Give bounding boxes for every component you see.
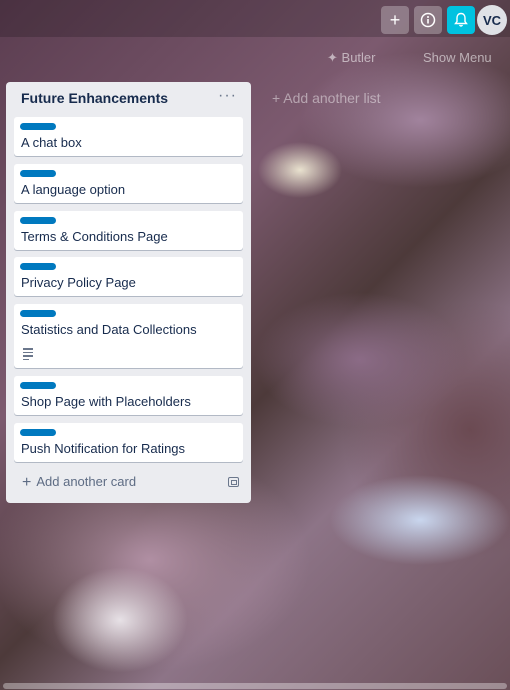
list-card[interactable]: Shop Page with Placeholders <box>14 376 243 415</box>
add-button[interactable]: + <box>381 6 409 34</box>
list-card[interactable]: Statistics and Data Collections <box>14 304 243 368</box>
card-title: Privacy Policy Page <box>21 275 136 290</box>
bell-icon <box>454 12 468 27</box>
notifications-button[interactable] <box>447 6 475 34</box>
info-icon <box>420 12 436 28</box>
list-future-enhancements: Future Enhancements ··· A chat box A lan… <box>6 82 251 503</box>
board-header-bar: + VC <box>0 0 510 37</box>
list-card[interactable]: Push Notification for Ratings <box>14 423 243 462</box>
card-title: A chat box <box>21 135 82 150</box>
butler-label: Butler <box>341 50 376 65</box>
card-label-blue <box>20 429 56 436</box>
card-label-blue <box>20 310 56 317</box>
plus-icon: + <box>389 9 401 30</box>
list-card[interactable]: Terms & Conditions Page <box>14 211 243 250</box>
card-title: A language option <box>21 182 126 197</box>
show-menu-button[interactable]: Show Menu <box>423 50 492 65</box>
info-button[interactable] <box>414 6 442 34</box>
plus-icon: + <box>22 474 32 491</box>
list-header[interactable]: Future Enhancements ··· <box>21 87 243 110</box>
add-card-label: Add another card <box>36 474 137 489</box>
card-label-blue <box>20 382 56 389</box>
butler-icon: ✦ <box>327 50 338 65</box>
card-template-icon[interactable] <box>228 477 239 487</box>
board-horizontal-scrollbar[interactable] <box>3 683 507 689</box>
card-label-blue <box>20 170 56 177</box>
list-card[interactable]: Privacy Policy Page <box>14 257 243 296</box>
description-icon <box>23 348 33 360</box>
card-title: Statistics and Data Collections <box>21 322 197 337</box>
list-menu-icon[interactable]: ··· <box>218 87 237 105</box>
list-title[interactable]: Future Enhancements <box>21 90 168 106</box>
card-title: Terms & Conditions Page <box>21 229 168 244</box>
card-label-blue <box>20 123 56 130</box>
add-card-button[interactable]: + Add another card <box>22 474 136 492</box>
avatar[interactable]: VC <box>477 5 507 35</box>
card-label-blue <box>20 263 56 270</box>
butler-button[interactable]: ✦ Butler <box>327 50 376 66</box>
card-label-blue <box>20 217 56 224</box>
list-card[interactable]: A chat box <box>14 117 243 156</box>
card-title: Push Notification for Ratings <box>21 441 186 456</box>
add-list-button[interactable]: + Add another list <box>272 90 381 106</box>
card-title: Shop Page with Placeholders <box>21 394 191 409</box>
list-card[interactable]: A language option <box>14 164 243 203</box>
